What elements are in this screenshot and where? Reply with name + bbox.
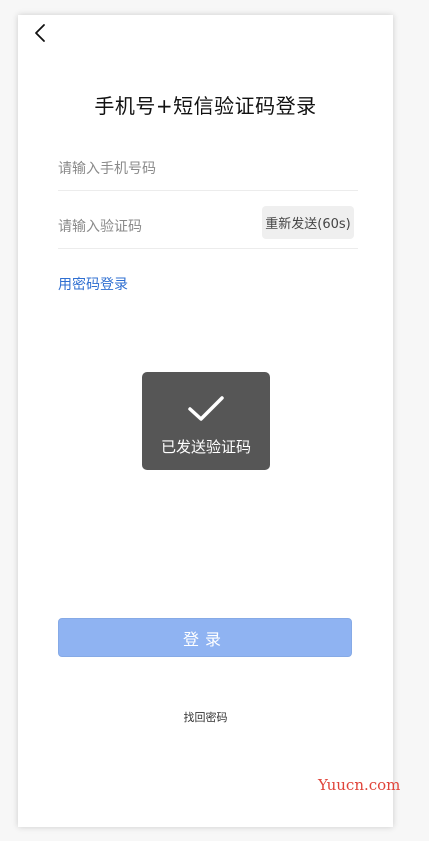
back-button[interactable] [28, 23, 52, 47]
watermark-text: Yuucn.com [318, 776, 401, 794]
phone-input[interactable] [58, 148, 258, 190]
checkmark-icon [187, 394, 225, 424]
verification-code-input[interactable] [58, 206, 258, 248]
code-field-row: 重新发送(60s) [58, 206, 358, 249]
login-button[interactable]: 登录 [58, 618, 352, 657]
toast-message: 已发送验证码 [160, 438, 251, 456]
forgot-password-link[interactable]: 找回密码 [18, 709, 393, 725]
toast: 已发送验证码 [142, 372, 270, 470]
chevron-left-icon [33, 23, 47, 47]
resend-code-button[interactable]: 重新发送(60s) [262, 206, 354, 239]
page-title: 手机号+短信验证码登录 [94, 94, 317, 118]
phone-field-row [58, 148, 358, 191]
phone-screen: 手机号+短信验证码登录 重新发送(60s) 用密码登录 已发送验证码 登录 找回… [18, 15, 393, 827]
password-login-link[interactable]: 用密码登录 [58, 274, 128, 294]
